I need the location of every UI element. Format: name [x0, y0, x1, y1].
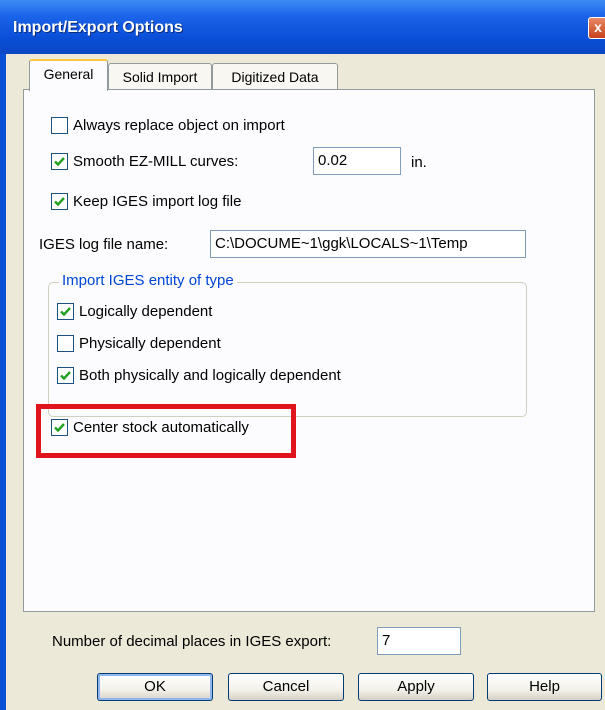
logically-dependent-label: Logically dependent [79, 303, 213, 320]
checkmark-icon [54, 197, 65, 207]
logically-dependent-option[interactable]: Logically dependent [57, 303, 212, 320]
decimal-places-input[interactable]: 7 [377, 627, 461, 655]
smooth-curves-option[interactable]: Smooth EZ-MILL curves: [51, 153, 238, 170]
keep-log-checkbox[interactable] [51, 193, 68, 210]
checkmark-icon [60, 371, 71, 381]
tab-digitized-data[interactable]: Digitized Data [212, 63, 338, 90]
tab-label: Solid Import [122, 69, 198, 85]
help-button[interactable]: Help [487, 673, 602, 701]
checkmark-icon [60, 307, 71, 317]
group-title: Import IGES entity of type [59, 272, 237, 289]
tab-label: General [43, 66, 94, 82]
physically-dependent-option[interactable]: Physically dependent [57, 335, 221, 352]
log-file-label: IGES log file name: [39, 236, 169, 253]
smooth-curves-checkbox[interactable] [51, 153, 68, 170]
highlight-annotation [36, 404, 296, 458]
always-replace-checkbox[interactable] [51, 117, 68, 134]
import-export-dialog: Import/Export Options x General Solid Im… [0, 0, 605, 710]
tab-label: Digitized Data [231, 69, 319, 85]
physically-dependent-checkbox[interactable] [57, 335, 74, 352]
help-button-label: Help [529, 678, 560, 695]
tab-solid-import[interactable]: Solid Import [108, 63, 212, 90]
log-file-input[interactable]: C:\DOCUME~1\ggk\LOCALS~1\Temp [210, 230, 526, 258]
ok-button-label: OK [144, 678, 166, 695]
close-icon: x [594, 19, 602, 35]
smooth-curves-label: Smooth EZ-MILL curves: [73, 153, 239, 170]
cancel-button-label: Cancel [262, 678, 310, 695]
ok-button[interactable]: OK [97, 673, 213, 701]
decimal-places-label-visible: Number of decimal places in IGES export: [52, 633, 332, 650]
cancel-button[interactable]: Cancel [228, 673, 344, 701]
apply-button-label: Apply [397, 678, 435, 695]
window-title: Import/Export Options [13, 19, 183, 36]
both-dependent-option[interactable]: Both physically and logically dependent [57, 367, 341, 384]
smooth-unit-label: in. [411, 154, 427, 171]
general-tab-panel: Always replace object on import Smooth E… [23, 89, 595, 612]
keep-log-label: Keep IGES import log file [73, 193, 242, 210]
always-replace-label: Always replace object on import [73, 117, 285, 134]
close-button[interactable]: x [588, 17, 605, 39]
both-dependent-checkbox[interactable] [57, 367, 74, 384]
apply-button[interactable]: Apply [358, 673, 474, 701]
physically-dependent-label: Physically dependent [79, 335, 221, 352]
tab-general[interactable]: General [29, 59, 108, 91]
title-bar[interactable]: Import/Export Options x [0, 0, 605, 54]
logically-dependent-checkbox[interactable] [57, 303, 74, 320]
smooth-tolerance-input[interactable]: 0.02 [313, 147, 401, 175]
both-dependent-label: Both physically and logically dependent [79, 367, 341, 384]
always-replace-option[interactable]: Always replace object on import [51, 117, 285, 134]
import-entity-group: Import IGES entity of type Logically dep… [48, 272, 527, 417]
checkmark-icon [54, 157, 65, 167]
keep-log-option[interactable]: Keep IGES import log file [51, 193, 241, 210]
